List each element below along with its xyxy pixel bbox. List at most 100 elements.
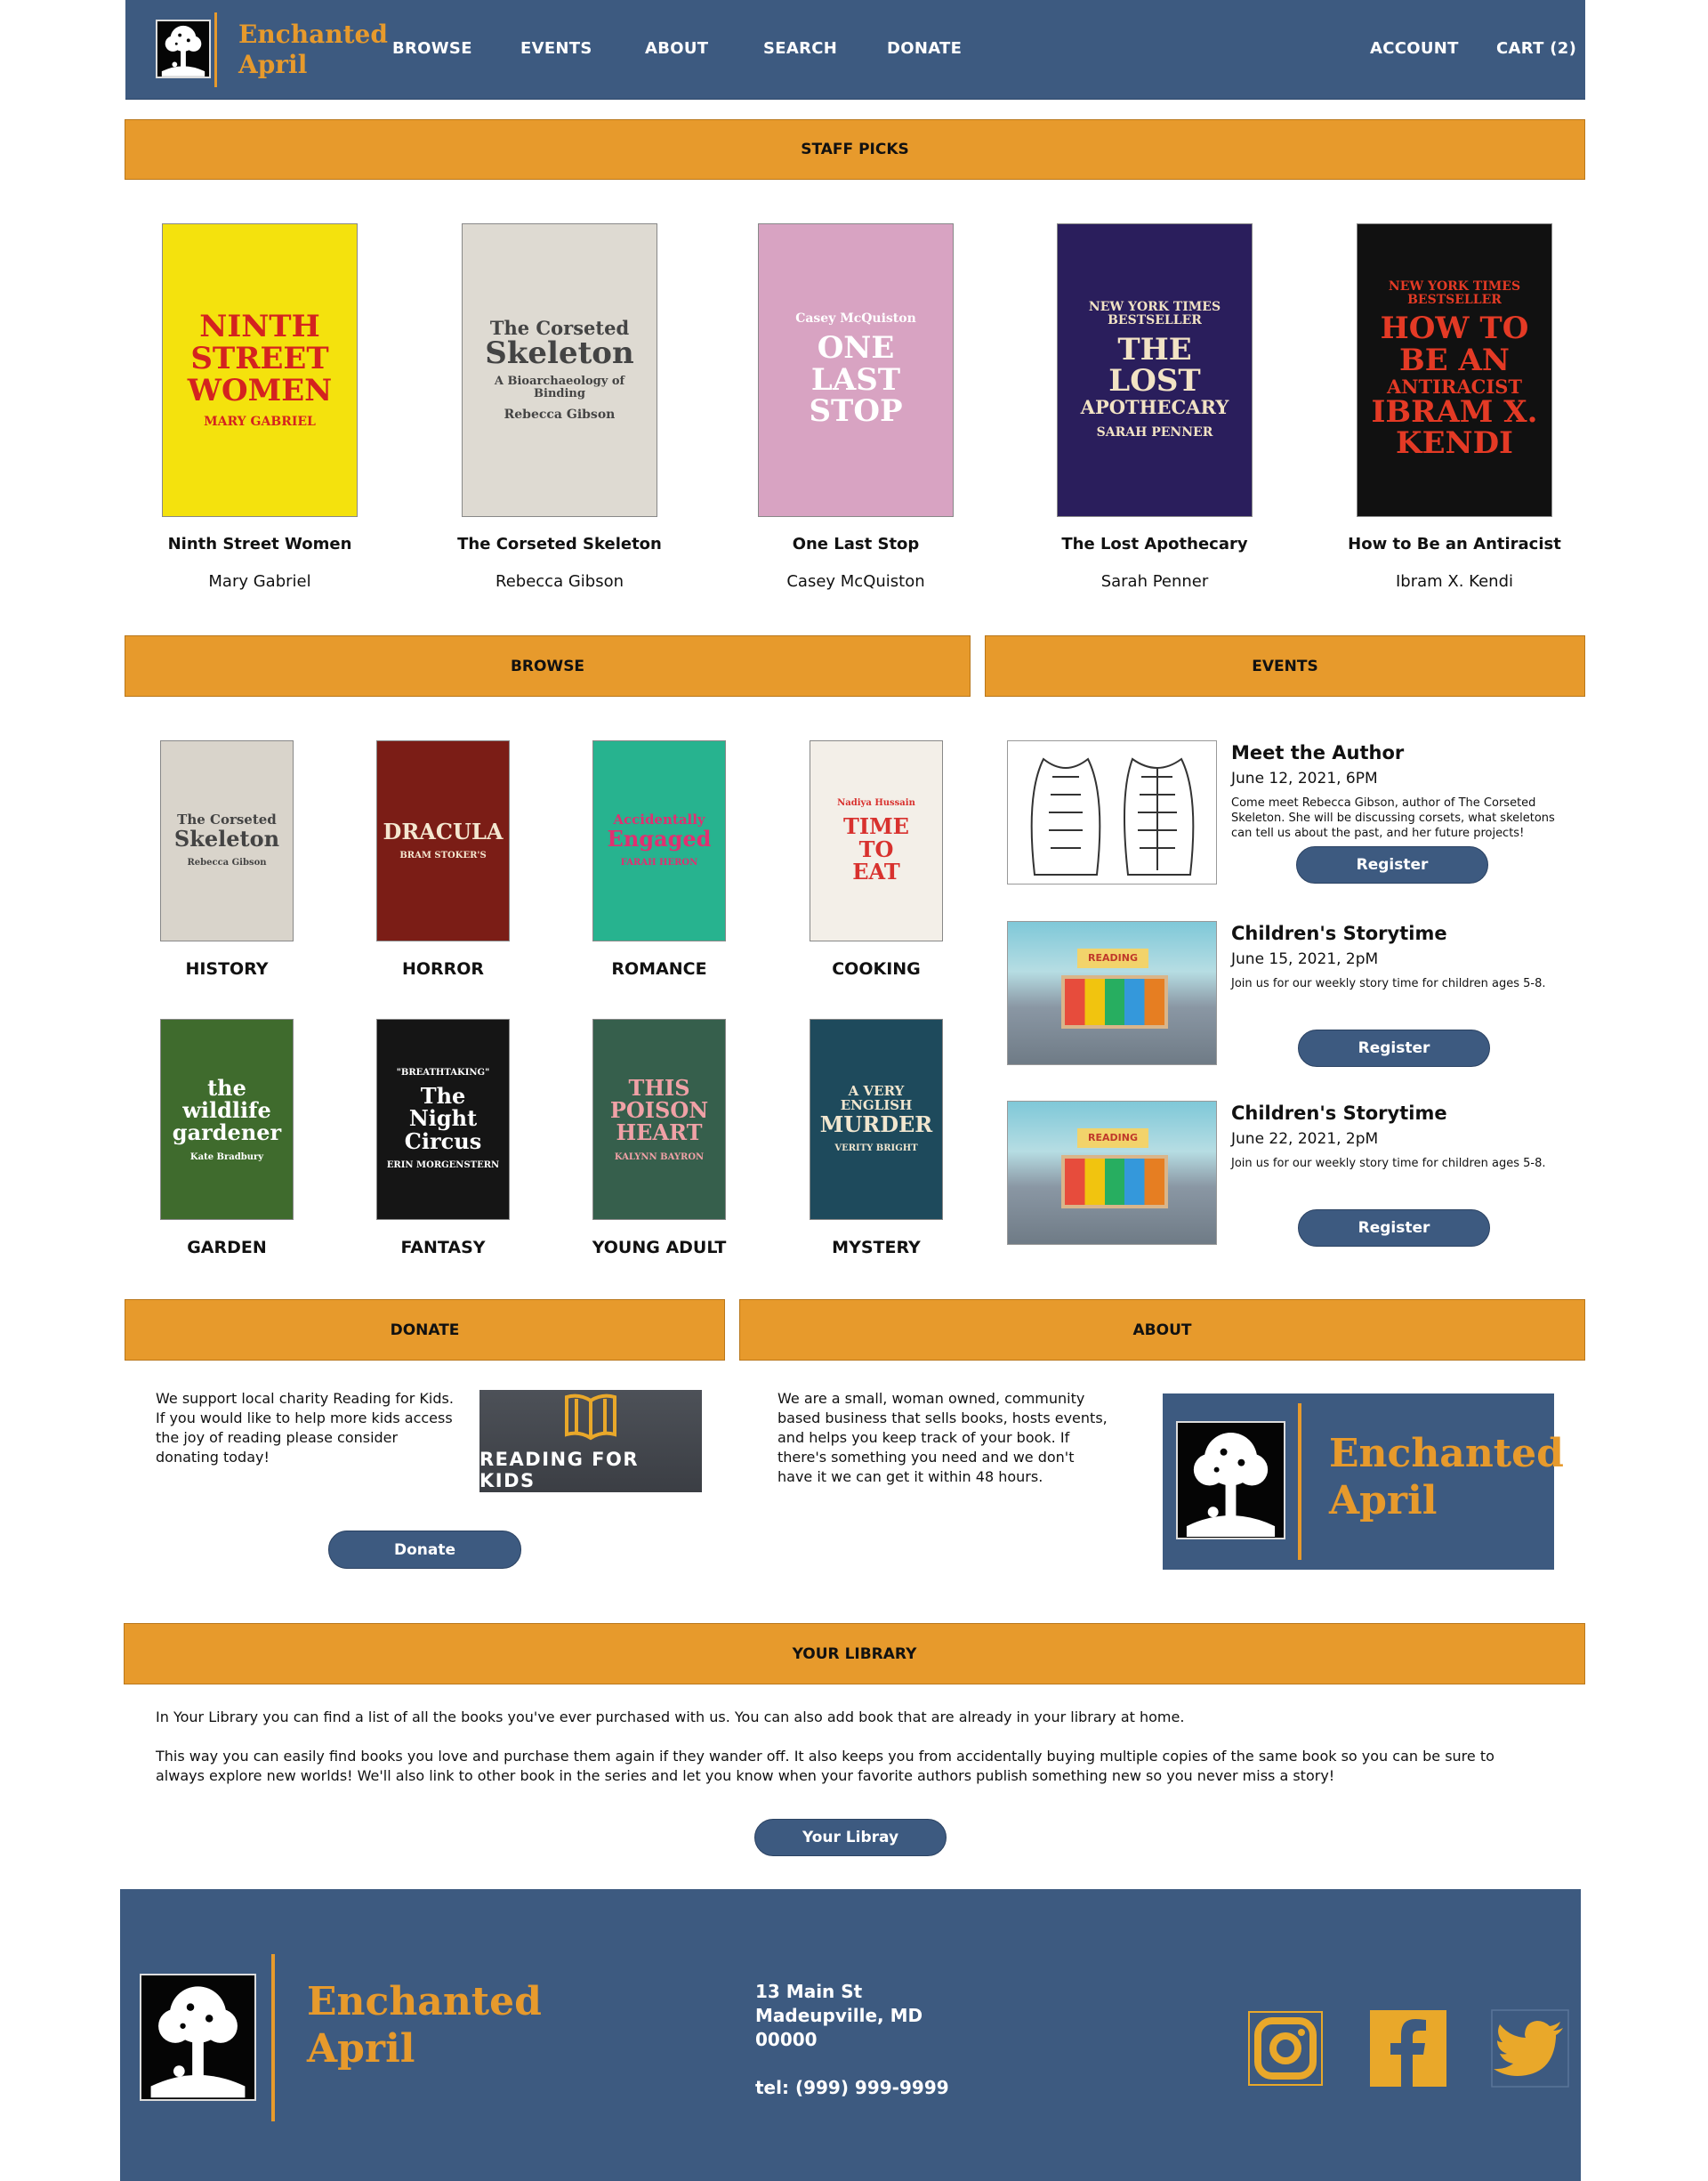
book-cover[interactable]: The Corseted Skeleton A Bioarchaeology of … <box>462 223 657 517</box>
event-date: June 22, 2021, 2pM <box>1231 1130 1379 1148</box>
footer-phone: tel: (999) 999-9999 <box>755 2077 949 2098</box>
cover-subtitle: A Bioarchaeology of Binding <box>494 374 625 400</box>
brand-line-2: April <box>238 49 308 79</box>
register-button[interactable]: Register <box>1296 846 1488 884</box>
book-title[interactable]: How to Be an Antiracist <box>1330 535 1579 553</box>
nav-browse[interactable]: BROWSE <box>392 39 472 58</box>
cover-title-line: A VERY ENGLISH <box>840 1083 913 1114</box>
event-date: June 15, 2021, 2pM <box>1231 950 1379 968</box>
cover-title-line: HOW TO <box>1380 311 1529 347</box>
storytime-sign: READING <box>1077 949 1148 968</box>
brand-line-2: April <box>1329 1477 1438 1523</box>
donate-text: We support local charity Reading for Kid… <box>156 1390 454 1466</box>
genre-label[interactable]: HISTORY <box>120 959 334 979</box>
book-cover[interactable]: Accidentally Engaged FARAH HERON <box>592 740 726 941</box>
cover-author: BRAM STOKER'S <box>399 851 487 861</box>
facebook-icon[interactable] <box>1368 2008 1448 2088</box>
nav-donate[interactable]: DONATE <box>887 39 962 58</box>
your-library-button[interactable]: Your Libray <box>754 1819 947 1856</box>
cover-author: FARAH HERON <box>620 858 698 868</box>
address-line-3: 00000 <box>755 2029 818 2050</box>
nav-search[interactable]: SEARCH <box>763 39 837 58</box>
book-cover[interactable]: NEW YORK TIMES BESTSELLER THE LOST APOTHECA… <box>1057 223 1253 517</box>
book-author: Rebecca Gibson <box>495 572 624 591</box>
genre-label[interactable]: GARDEN <box>120 1238 334 1257</box>
genre-label[interactable]: MYSTERY <box>769 1238 983 1257</box>
genre-label[interactable]: ROMANCE <box>552 959 766 979</box>
book-cover[interactable]: DRACULA BRAM STOKER'S <box>376 740 510 941</box>
book-cover[interactable]: "BREATHTAKING" The Night Circus ERIN MORGENS… <box>376 1019 510 1220</box>
cover-top-text: Nadiya Hussain <box>837 797 915 808</box>
genre-label[interactable]: YOUNG ADULT <box>552 1238 766 1257</box>
cover-top-text: NEW YORK TIMES BESTSELLER <box>1088 300 1221 327</box>
cover-top-text: "BREATHTAKING" <box>396 1067 490 1078</box>
cover-title-line: APOTHECARY <box>1080 396 1229 418</box>
book-title[interactable]: The Lost Apothecary <box>1030 535 1279 553</box>
register-button[interactable]: Register <box>1298 1030 1490 1067</box>
book-title[interactable]: Ninth Street Women <box>135 535 384 553</box>
book-author: Sarah Penner <box>1100 572 1209 591</box>
book-cover[interactable]: THIS POISON HEART KALYNN BAYRON <box>592 1019 726 1220</box>
cover-title-line: wildlife <box>182 1097 271 1124</box>
book-cover[interactable]: the wildlife gardener Kate Bradbury <box>160 1019 294 1220</box>
cover-author: Rebecca Gibson <box>187 858 267 868</box>
brand-line-2: April <box>307 2025 415 2072</box>
book-title[interactable]: The Corseted Skeleton <box>435 535 684 553</box>
cover-title-line: ONE <box>817 329 895 366</box>
cover-title-line: WOMEN <box>187 372 333 408</box>
nav-events[interactable]: EVENTS <box>520 39 592 58</box>
cover-title-line: Night <box>408 1105 478 1132</box>
cover-title-line: IBRAM X. <box>1371 393 1538 430</box>
browse-heading: BROWSE <box>125 635 971 697</box>
cover-title-line: LAST <box>810 361 901 398</box>
donate-heading: DONATE <box>125 1299 725 1361</box>
nav-cart[interactable]: CART (2) <box>1496 39 1576 58</box>
storytime-sign: READING <box>1077 1128 1148 1148</box>
logo-divider <box>271 1954 275 2121</box>
nav-account[interactable]: ACCOUNT <box>1370 39 1459 58</box>
bookshelf <box>1061 1155 1168 1208</box>
storytime-room-photo: READING <box>1007 921 1217 1065</box>
bookshelf <box>1061 975 1168 1029</box>
genre-label[interactable]: COOKING <box>769 959 983 979</box>
cover-top-text: Casey McQuiston <box>795 311 916 327</box>
cover-author: Kate Bradbury <box>189 1151 264 1162</box>
cover-title-line: gardener <box>172 1119 282 1146</box>
twitter-icon[interactable] <box>1490 2008 1570 2088</box>
book-cover[interactable]: NINTH STREET WOMEN MARY GABRIEL <box>162 223 358 517</box>
book-cover[interactable]: A VERY ENGLISH MURDER VERITY BRIGHT <box>810 1019 943 1220</box>
genre-label[interactable]: FANTASY <box>336 1238 550 1257</box>
library-paragraph-2: This way you can easily find books you l… <box>156 1748 1494 1784</box>
book-cover[interactable]: Nadiya Hussain TIME TO EAT <box>810 740 943 941</box>
tree-logo-icon[interactable] <box>156 20 211 78</box>
footer-brand-name: Enchanted April <box>307 1979 542 2073</box>
genre-label[interactable]: HORROR <box>336 959 550 979</box>
register-button[interactable]: Register <box>1298 1209 1490 1247</box>
brand-line-1: Enchanted <box>1329 1431 1564 1476</box>
cover-top-text: NEW YORK TIMES BESTSELLER <box>1388 279 1521 307</box>
open-book-icon <box>565 1393 616 1440</box>
event-title[interactable]: Children's Storytime <box>1231 923 1447 944</box>
about-text: We are a small, woman owned, community b… <box>777 1390 1108 1485</box>
event-title[interactable]: Children's Storytime <box>1231 1103 1447 1124</box>
event-title[interactable]: Meet the Author <box>1231 742 1404 763</box>
book-cover[interactable]: NEW YORK TIMES BESTSELLER HOW TO BE AN ANTI… <box>1357 223 1552 517</box>
cover-title-line: STOP <box>809 393 903 430</box>
cover-title-line: KENDI <box>1396 425 1513 462</box>
instagram-icon[interactable] <box>1245 2008 1325 2088</box>
tree-logo-icon[interactable] <box>140 1974 256 2101</box>
brand-line-1: Enchanted <box>238 20 388 49</box>
event-date: June 12, 2021, 6PM <box>1231 770 1378 788</box>
brand-line-1: Enchanted <box>307 1979 542 2024</box>
book-cover[interactable]: The Corseted Skeleton Rebecca Gibson <box>160 740 294 941</box>
cover-author: Rebecca Gibson <box>504 408 616 423</box>
nav-about[interactable]: ABOUT <box>645 39 708 58</box>
book-cover[interactable]: Casey McQuiston ONE LAST STOP <box>758 223 954 517</box>
reading-for-kids-logo[interactable]: READING FOR KIDS <box>479 1390 702 1492</box>
library-paragraph-1: In Your Library you can find a list of a… <box>156 1708 1185 1725</box>
corset-illustration <box>1007 740 1217 885</box>
book-author: Mary Gabriel <box>208 572 311 591</box>
donate-button[interactable]: Donate <box>328 1531 521 1569</box>
book-title[interactable]: One Last Stop <box>731 535 980 553</box>
brand-name[interactable]: Enchanted April <box>238 20 388 79</box>
